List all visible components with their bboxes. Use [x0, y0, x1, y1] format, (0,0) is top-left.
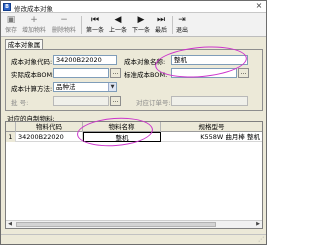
save-label: 保存 [4, 27, 17, 34]
materials-grid: 物料代码 物料名称 规格型号 1 34200B22020 整机 K558W 曲月… [5, 121, 263, 229]
actual-bom-label: 实际成本BOM: [11, 71, 55, 79]
order-label: 对应订单号: [136, 99, 171, 107]
previous-record-button[interactable]: ◀ 上一条 [108, 15, 128, 35]
horizontal-scrollbar[interactable]: ◀ ▶ [6, 220, 262, 228]
grid-header: 物料代码 物料名称 规格型号 [6, 122, 262, 132]
add-material-label: 增加物料 [21, 27, 46, 34]
row-number: 1 [6, 132, 16, 142]
toolbar: ▣ 保存 + 增加物料 − 删除物料 ⏮ 第一条 ◀ 上一条 ▶ 下一条 ⏭ 最… [1, 13, 266, 37]
last-record-label: 最后 [154, 27, 167, 34]
scroll-thumb[interactable] [16, 222, 216, 227]
first-record-button[interactable]: ⏮ 第一条 [85, 15, 105, 35]
properties-panel: 成本对象代码: 34200B22020 成本对象名称: 整机 实际成本BOM: … [5, 49, 263, 111]
header-spec[interactable]: 规格型号 [161, 122, 262, 132]
calc-method-label: 成本计算方法: [11, 85, 53, 93]
plus-icon: + [30, 15, 38, 25]
standard-bom-label: 标准成本BOM: [124, 71, 168, 79]
previous-icon: ◀ [114, 15, 122, 25]
batch-browse-button[interactable]: … [110, 96, 121, 106]
chevron-down-icon[interactable]: ▼ [108, 83, 116, 91]
next-record-label: 下一条 [131, 27, 150, 34]
actual-bom-browse-button[interactable]: … [110, 68, 121, 78]
cost-object-name-field[interactable]: 整机 [171, 55, 248, 65]
material-name-cell[interactable]: 整机 [83, 132, 161, 142]
actual-bom-field[interactable] [53, 68, 109, 78]
exit-button[interactable]: ⇥ 退出 [175, 15, 189, 35]
next-icon: ▶ [137, 15, 145, 25]
resize-grip-icon[interactable]: ⋰ [258, 236, 264, 243]
exit-icon: ⇥ [178, 15, 186, 25]
delete-material-label: 删除物料 [51, 27, 76, 34]
next-record-button[interactable]: ▶ 下一条 [131, 15, 151, 35]
order-field[interactable] [171, 96, 248, 106]
save-icon: ▣ [6, 15, 16, 25]
delete-material-button[interactable]: − 删除物料 [51, 15, 77, 35]
save-button[interactable]: ▣ 保存 [4, 15, 18, 35]
minus-icon: − [60, 15, 68, 25]
name-label: 成本对象名称: [124, 58, 166, 66]
title-bar: B 修改成本对象 × [1, 1, 266, 13]
spec-cell[interactable]: K558W 曲月棒 整机 [161, 132, 262, 142]
header-material-code[interactable]: 物料代码 [16, 122, 83, 132]
exit-label: 退出 [175, 27, 188, 34]
header-material-name[interactable]: 物料名称 [83, 122, 161, 132]
scroll-left-icon[interactable]: ◀ [6, 221, 14, 228]
last-icon: ⏭ [156, 15, 166, 25]
table-row[interactable]: 1 34200B22020 整机 K558W 曲月棒 整机 [6, 132, 262, 142]
batch-field[interactable] [53, 96, 109, 106]
scroll-right-icon[interactable]: ▶ [254, 221, 262, 228]
close-button[interactable]: × [254, 2, 264, 11]
previous-record-label: 上一条 [108, 27, 127, 34]
window-title: 修改成本对象 [14, 5, 53, 13]
calc-method-value: 品种法 [56, 83, 76, 91]
material-code-cell[interactable]: 34200B22020 [16, 132, 83, 142]
cost-object-code-field[interactable]: 34200B22020 [53, 55, 117, 65]
last-record-button[interactable]: ⏭ 最后 [153, 15, 169, 35]
toolbar-separator [81, 16, 82, 34]
first-record-label: 第一条 [85, 27, 104, 34]
row-number-header [6, 122, 16, 132]
standard-bom-field[interactable] [171, 68, 237, 78]
app-icon: B [3, 3, 11, 11]
status-bar: ⋰ [1, 234, 266, 244]
edit-cost-object-window: B 修改成本对象 × ▣ 保存 + 增加物料 − 删除物料 ⏮ 第一条 ◀ 上一… [0, 0, 267, 245]
calc-method-select[interactable]: 品种法 ▼ [53, 82, 117, 92]
toolbar-separator [172, 16, 173, 34]
batch-label: 批 号: [11, 99, 29, 107]
first-icon: ⏮ [90, 15, 100, 25]
standard-bom-browse-button[interactable]: … [238, 68, 249, 78]
add-material-button[interactable]: + 增加物料 [21, 15, 47, 35]
code-label: 成本对象代码: [11, 58, 53, 66]
